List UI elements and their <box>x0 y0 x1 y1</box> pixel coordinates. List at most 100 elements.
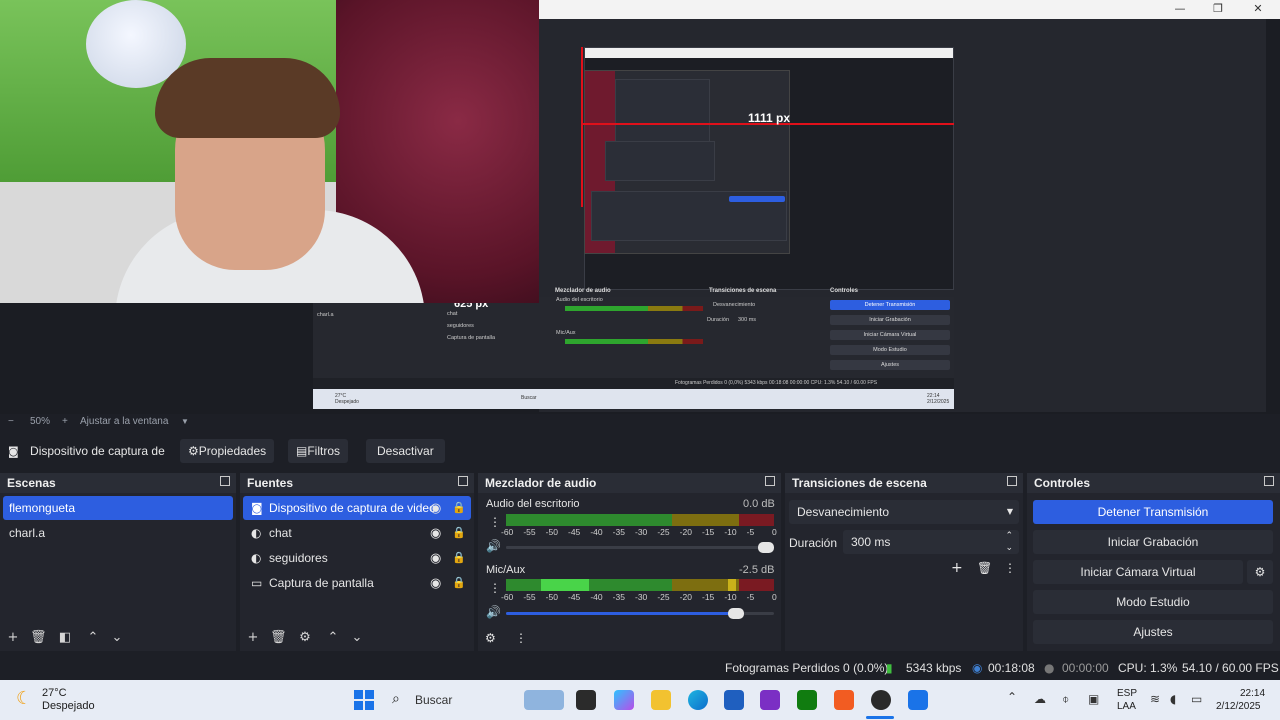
zoom-in-button[interactable]: + <box>62 416 68 427</box>
cloud-icon[interactable]: ☁ <box>1034 692 1046 706</box>
kebab-menu-icon[interactable]: ⋮ <box>515 631 527 645</box>
obs-icon[interactable] <box>871 690 891 710</box>
preview-area[interactable]: — ❐ ✕ 1111 px Mezclador de audio Transic… <box>0 0 1280 414</box>
tray-chevron-up-icon[interactable]: ⌃ <box>1007 690 1017 704</box>
windows-start-icon[interactable] <box>354 690 374 710</box>
add-source-icon[interactable]: + <box>246 631 260 645</box>
virtual-camera-settings-gear-icon[interactable]: ⚙ <box>1247 560 1273 584</box>
studio-mode-button[interactable]: Modo Estudio <box>1033 590 1273 614</box>
visibility-eye-icon[interactable]: ◉ <box>430 526 441 541</box>
properties-button[interactable]: ⚙Propiedades <box>180 439 275 463</box>
chevron-down-icon: ▼ <box>1006 507 1013 516</box>
deactivate-button[interactable]: Desactivar <box>366 439 445 463</box>
monitor-icon: ▭ <box>251 576 263 590</box>
lock-icon[interactable]: 🔒 <box>452 576 466 589</box>
lock-icon[interactable]: 🔒 <box>452 526 466 539</box>
microphone-icon[interactable]: ⌽ <box>1062 692 1069 707</box>
meter-tick-label: 0 <box>772 592 777 602</box>
meter-tick-label: -35 <box>612 527 625 537</box>
fps: 54.10 / 60.00 FPS <box>1182 661 1279 675</box>
wifi-icon[interactable]: ≋ <box>1150 692 1160 706</box>
undock-icon[interactable] <box>1007 476 1017 486</box>
search-icon[interactable]: ⌕ <box>392 691 400 707</box>
language-primary[interactable]: ESP <box>1117 688 1137 699</box>
language-secondary[interactable]: LAA <box>1117 701 1136 712</box>
start-virtual-camera-button[interactable]: Iniciar Cámara Virtual <box>1033 560 1243 584</box>
webcam-source-image[interactable] <box>0 0 539 303</box>
edge-icon[interactable] <box>688 690 708 710</box>
weather-moon-icon[interactable]: ☾ <box>16 688 32 709</box>
weather-condition[interactable]: Despejado <box>42 700 95 712</box>
speaker-icon[interactable]: 🔊 <box>486 605 501 619</box>
clock-time[interactable]: 22:14 <box>1240 688 1265 699</box>
display-icon[interactable]: ▣ <box>1088 692 1099 706</box>
channel-name: Audio del escritorio <box>486 498 580 510</box>
settings-button[interactable]: Ajustes <box>1033 620 1273 644</box>
weather-temperature[interactable]: 27°C <box>42 687 67 699</box>
stop-stream-button[interactable]: Detener Transmisión <box>1033 500 1273 524</box>
search-box[interactable]: Buscar <box>415 693 452 707</box>
undock-icon[interactable] <box>1264 476 1274 486</box>
file-explorer-icon[interactable] <box>651 690 671 710</box>
clock-date[interactable]: 2/12/2025 <box>1216 701 1261 712</box>
shield-icon[interactable] <box>908 690 928 710</box>
app-icon[interactable] <box>760 690 780 710</box>
brave-icon[interactable] <box>834 690 854 710</box>
advanced-audio-icon[interactable]: ⚙ <box>485 631 496 645</box>
stream-time: 00:18:08 <box>988 661 1035 675</box>
kebab-menu-icon[interactable]: ⋮ <box>489 581 501 595</box>
meter-tick-label: -45 <box>568 527 581 537</box>
visibility-eye-icon[interactable]: ◉ <box>430 576 441 591</box>
trash-icon[interactable]: 🗑 <box>30 631 47 645</box>
undock-icon[interactable] <box>220 476 230 486</box>
move-down-icon[interactable]: ⌄ <box>110 631 124 645</box>
filters-button[interactable]: ▤Filtros <box>288 439 349 463</box>
record-time: 00:00:00 <box>1062 661 1109 675</box>
duration-label: Duración <box>789 536 838 550</box>
record-icon: ● <box>1044 661 1055 675</box>
undock-icon[interactable] <box>458 476 468 486</box>
fit-to-window-dropdown[interactable]: Ajustar a la ventana <box>80 416 168 427</box>
visibility-eye-icon[interactable]: ◉ <box>430 551 441 566</box>
active-app-indicator <box>866 716 894 719</box>
chevron-down-icon[interactable]: ▼ <box>181 417 189 426</box>
close-icon: ✕ <box>1253 2 1263 15</box>
add-scene-icon[interactable]: + <box>6 631 20 645</box>
xbox-icon[interactable] <box>797 690 817 710</box>
sources-dock: Fuentes ◙ Dispositivo de captura de vide… <box>240 473 474 651</box>
kebab-menu-icon[interactable]: ⋮ <box>1004 561 1016 575</box>
trash-icon[interactable]: 🗑 <box>270 631 287 645</box>
kebab-menu-icon[interactable]: ⋮ <box>489 515 501 529</box>
lock-icon[interactable]: 🔒 <box>452 501 466 514</box>
duration-spinbox[interactable]: 300 ms ⌃ ⌄ <box>843 530 1019 554</box>
add-transition-icon[interactable]: + <box>951 560 963 576</box>
channel-name: Mic/Aux <box>486 564 526 576</box>
scene-item[interactable]: charl.a <box>3 521 233 545</box>
meter-tick-label: -25 <box>657 592 670 602</box>
scene-item[interactable]: flemongueta <box>3 496 233 520</box>
scene-filters-icon[interactable]: ◧ <box>58 631 72 645</box>
start-recording-button[interactable]: Iniciar Grabación <box>1033 530 1273 554</box>
task-view-icon[interactable] <box>576 690 596 710</box>
battery-icon[interactable]: ▭ <box>1191 692 1202 706</box>
undock-icon[interactable] <box>765 476 775 486</box>
lock-icon[interactable]: 🔒 <box>452 551 466 564</box>
move-up-icon[interactable]: ⌃ <box>326 631 340 645</box>
store-icon[interactable] <box>724 690 744 710</box>
visibility-eye-icon[interactable]: ◉ <box>430 501 441 516</box>
search-highlight-image[interactable] <box>524 690 564 710</box>
desktop-volume-slider[interactable] <box>506 542 774 553</box>
mic-volume-slider[interactable] <box>506 608 774 619</box>
zoom-out-button[interactable]: − <box>8 416 14 427</box>
status-bar: Fotogramas Perdidos 0 (0.0%) ▮ 5343 kbps… <box>0 656 1280 680</box>
move-down-icon[interactable]: ⌄ <box>350 631 364 645</box>
move-up-icon[interactable]: ⌃ <box>86 631 100 645</box>
copilot-icon[interactable] <box>614 690 634 710</box>
volume-icon[interactable]: ◖ <box>1170 692 1176 706</box>
decrement-icon[interactable]: ⌄ <box>1005 536 1013 560</box>
trash-icon[interactable]: 🗑 <box>977 561 992 575</box>
speaker-icon[interactable]: 🔊 <box>486 539 501 553</box>
gear-icon[interactable]: ⚙ <box>298 631 312 645</box>
sources-title: Fuentes <box>247 476 294 490</box>
transition-select[interactable]: Desvanecimiento ▼ <box>789 500 1019 524</box>
